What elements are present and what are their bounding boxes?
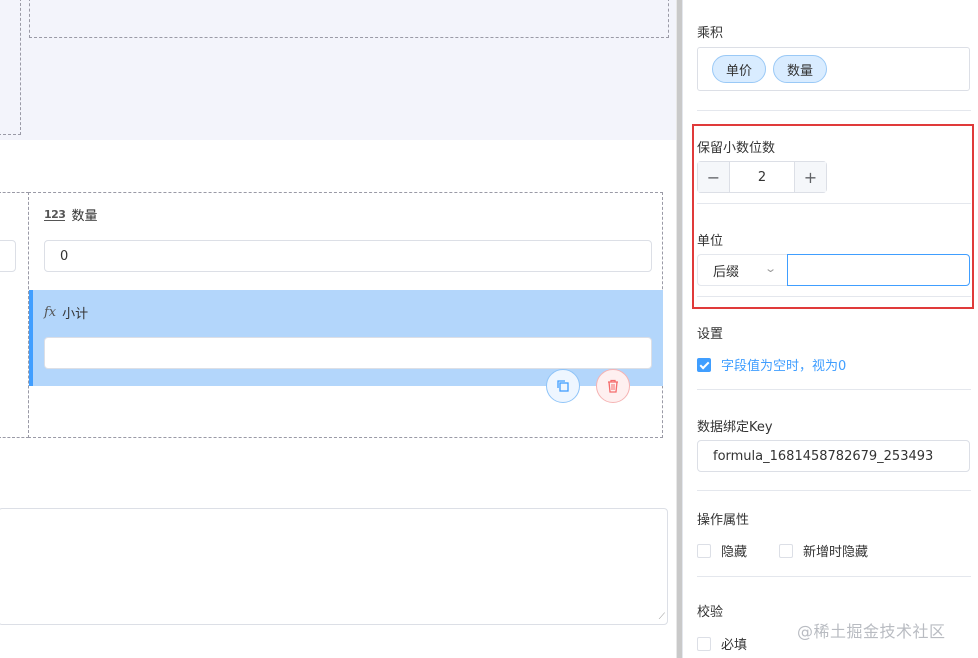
quantity-field-label: 123 数量: [44, 207, 98, 224]
increment-button[interactable]: +: [794, 162, 826, 192]
empty-as-zero-option[interactable]: 字段值为空时，视为0: [697, 355, 846, 374]
validation-label: 校验: [697, 605, 724, 620]
layout-cell-left[interactable]: [0, 192, 29, 438]
unit-position-select[interactable]: 后缀 ⌄: [697, 254, 787, 286]
hidden-on-add-option[interactable]: 新增时隐藏: [779, 541, 868, 560]
product-operands-box[interactable]: 单价 数量: [697, 47, 970, 91]
divider: [697, 389, 971, 390]
operand-tag-unit-price[interactable]: 单价: [712, 55, 767, 83]
subtotal-field-label: fx 小计: [44, 305, 89, 322]
operand-tag-quantity[interactable]: 数量: [773, 55, 828, 83]
properties-panel: 乘积 单价 数量 保留小数位数 − 2 + 单位 后缀 ⌄ 设置 字段值为空时，…: [682, 0, 978, 658]
chevron-down-icon: ⌄: [763, 262, 777, 275]
divider: [697, 490, 971, 491]
required-option[interactable]: 必填: [697, 634, 747, 653]
resize-grip-icon[interactable]: ⟋: [659, 613, 665, 622]
unit-label: 单位: [697, 234, 724, 249]
layout-cell-left-top[interactable]: [0, 0, 21, 135]
quantity-input[interactable]: 0: [44, 240, 652, 272]
checkbox-checked[interactable]: [697, 357, 711, 372]
unit-input[interactable]: [787, 254, 970, 286]
watermark: @稀土掘金技术社区: [797, 622, 946, 641]
decimal-places-stepper[interactable]: − 2 +: [697, 161, 827, 193]
product-label: 乘积: [697, 26, 724, 41]
binding-key-label: 数据绑定Key: [697, 420, 773, 435]
hidden-option[interactable]: 隐藏: [697, 541, 747, 560]
unit-price-input-partial[interactable]: [0, 240, 16, 272]
decimal-places-label: 保留小数位数: [697, 141, 776, 156]
checkbox[interactable]: [697, 636, 711, 651]
copy-field-button[interactable]: [546, 369, 580, 403]
trash-icon: [608, 379, 618, 393]
delete-field-button[interactable]: [596, 369, 630, 403]
subtotal-input[interactable]: [44, 337, 652, 369]
divider: [697, 203, 971, 204]
operation-attributes-label: 操作属性: [697, 513, 750, 528]
divider: [697, 576, 971, 577]
textarea-field[interactable]: ⟋: [0, 508, 668, 625]
decimal-places-value[interactable]: 2: [730, 162, 794, 192]
divider: [697, 110, 971, 111]
checkbox[interactable]: [697, 543, 711, 558]
settings-label: 设置: [697, 327, 724, 342]
number-123-icon: 123: [44, 207, 66, 221]
binding-key-input[interactable]: formula_1681458782679_253493: [697, 440, 970, 472]
layout-cell-right-top[interactable]: [29, 0, 669, 38]
divider: [697, 296, 971, 297]
fx-formula-icon: fx: [44, 305, 57, 320]
decrement-button[interactable]: −: [698, 162, 730, 192]
copy-icon: [557, 380, 569, 392]
checkbox[interactable]: [779, 543, 793, 558]
